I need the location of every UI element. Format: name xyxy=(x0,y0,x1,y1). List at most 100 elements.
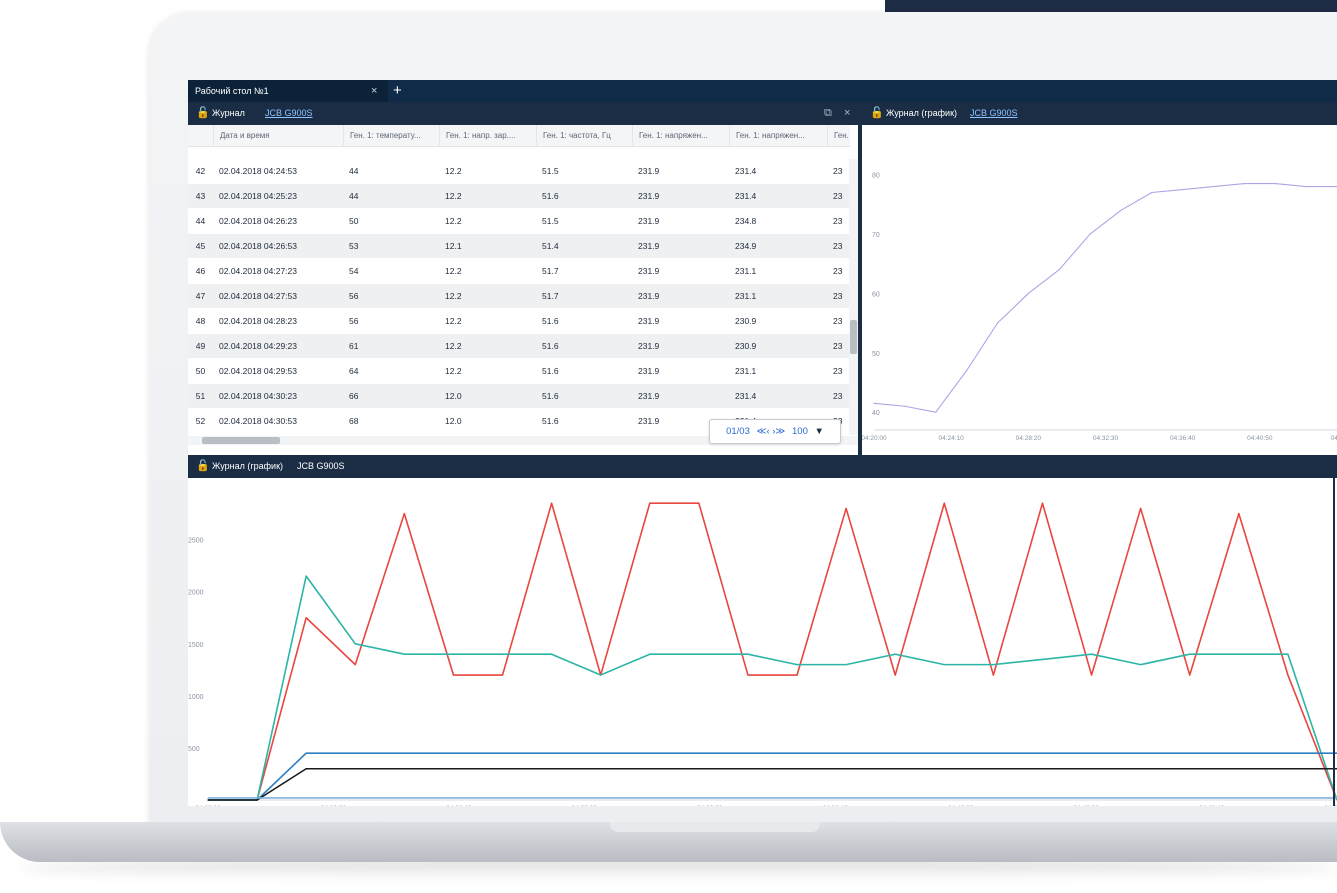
row-voltage-2: 231.1 xyxy=(735,291,757,301)
data-point xyxy=(1189,653,1191,655)
data-point xyxy=(354,664,356,666)
pager-nav-icons[interactable]: ≪‹ ›≫ xyxy=(757,426,786,437)
data-point xyxy=(992,664,994,666)
row-charge-voltage: 12.2 xyxy=(445,191,462,201)
data-point xyxy=(551,768,553,770)
data-point xyxy=(1041,797,1044,799)
row-datetime: 02.04.2018 04:29:23 xyxy=(219,341,297,351)
row-temperature: 53 xyxy=(349,241,359,251)
vertical-scroll-thumb[interactable] xyxy=(850,320,857,354)
maximize-icon[interactable]: ⧉ xyxy=(824,102,832,125)
lock-open-icon[interactable]: 🔓 xyxy=(196,102,210,125)
table-row[interactable]: 45 02.04.2018 04:26:53 53 12.1 51.4 231.9 234.… xyxy=(188,234,850,258)
row-frequency: 51.6 xyxy=(542,366,559,376)
data-point xyxy=(1243,182,1245,185)
row-frequency: 51.5 xyxy=(542,166,559,176)
lock-open-icon[interactable]: 🔓 xyxy=(196,455,210,478)
data-point xyxy=(1238,653,1240,655)
col-header-voltage-2[interactable]: Ген. 1: напряжен... xyxy=(729,125,827,146)
table-row[interactable]: 51 02.04.2018 04:30:23 66 12.0 51.6 231.9 231.… xyxy=(188,384,850,408)
data-point xyxy=(403,513,405,515)
row-frequency: 51.5 xyxy=(542,216,559,226)
row-voltage-2: 230.9 xyxy=(735,341,757,351)
row-frequency: 51.7 xyxy=(542,266,559,276)
data-point xyxy=(698,752,700,754)
col-header-index[interactable] xyxy=(188,125,213,146)
pager-dropdown-icon[interactable]: ▼ xyxy=(815,426,824,437)
x-tick-label: 04:43:20 xyxy=(1073,805,1099,806)
col-header-more[interactable]: Ген. 1 xyxy=(827,125,850,146)
right-chart-device-link[interactable]: JCB G900S xyxy=(970,102,1018,125)
row-datetime: 02.04.2018 04:27:23 xyxy=(219,266,297,276)
col-header-charge-voltage[interactable]: Ген. 1: напр. зар.... xyxy=(439,125,536,146)
data-point xyxy=(551,653,553,655)
row-charge-voltage: 12.2 xyxy=(445,216,462,226)
table-row[interactable]: 49 02.04.2018 04:29:23 61 12.2 51.6 231.9 230.… xyxy=(188,334,850,358)
data-point xyxy=(943,752,945,754)
tab-close-icon[interactable]: × xyxy=(371,80,377,102)
data-point xyxy=(354,643,356,645)
data-point xyxy=(1287,752,1289,754)
journal-panel-header: 🔓 Журнал JCB G900S ⧉ × xyxy=(188,102,858,125)
journal-device-link[interactable]: JCB G900S xyxy=(265,102,313,125)
data-point xyxy=(305,575,307,577)
table-row[interactable]: 42 02.04.2018 04:24:53 44 12.2 51.5 231.9 231.… xyxy=(188,159,850,183)
table-row[interactable]: 44 02.04.2018 04:26:23 50 12.2 51.5 231.9 234.… xyxy=(188,209,850,233)
add-tab-icon[interactable]: + xyxy=(393,80,402,101)
data-point xyxy=(649,752,651,754)
table-pager[interactable]: 01/03 ≪‹ ›≫ 100 ▼ xyxy=(709,419,841,444)
bottom-chart-device-link[interactable]: JCB G900S xyxy=(297,455,345,478)
right-chart-title: Журнал (график) xyxy=(886,108,957,118)
row-datetime: 02.04.2018 04:26:53 xyxy=(219,241,297,251)
data-point xyxy=(894,653,896,655)
row-charge-voltage: 12.2 xyxy=(445,291,462,301)
x-tick-label: 04:28:20 xyxy=(1016,435,1042,442)
data-point xyxy=(943,502,945,504)
row-datetime: 02.04.2018 04:26:23 xyxy=(219,216,297,226)
table-row[interactable]: 47 02.04.2018 04:27:53 56 12.2 51.7 231.9 231.… xyxy=(188,284,850,308)
data-point xyxy=(1238,768,1240,770)
data-point xyxy=(600,674,602,676)
row-voltage-2: 231.1 xyxy=(735,366,757,376)
horizontal-scroll-thumb[interactable] xyxy=(202,437,280,444)
table-row[interactable]: 46 02.04.2018 04:27:23 54 12.2 51.7 231.9 231.… xyxy=(188,259,850,283)
row-charge-voltage: 12.0 xyxy=(445,391,462,401)
data-point xyxy=(501,768,504,770)
table-row[interactable]: 48 02.04.2018 04:28:23 56 12.2 51.6 231.9 230.… xyxy=(188,309,850,333)
bottom-line-chart[interactable]: 2500 2000 1500 1000 500 04:20:00 04:23:20 04:26… xyxy=(188,478,1337,806)
data-point xyxy=(1287,674,1289,676)
row-temperature: 44 xyxy=(349,191,359,201)
y-tick-label: 50 xyxy=(872,351,880,358)
data-point xyxy=(845,752,847,754)
table-row[interactable]: 43 02.04.2018 04:25:23 44 12.2 51.6 231.9 231.… xyxy=(188,184,850,208)
col-header-temperature[interactable]: Ген. 1: температу... xyxy=(343,125,439,146)
row-frequency: 51.6 xyxy=(542,191,559,201)
data-point xyxy=(1041,752,1044,754)
data-point xyxy=(305,768,307,770)
row-more: 23 xyxy=(833,216,843,226)
data-point xyxy=(1140,664,1142,666)
data-point xyxy=(600,752,602,754)
data-point xyxy=(992,797,994,799)
data-point xyxy=(894,768,896,770)
row-voltage-2: 230.9 xyxy=(735,316,757,326)
data-point xyxy=(452,674,455,676)
lock-open-icon[interactable]: 🔓 xyxy=(870,102,884,125)
right-line-chart[interactable]: 80 70 60 50 40 04:20:00 04:24:10 04:28:20 04:32:… xyxy=(861,125,1337,455)
col-header-frequency[interactable]: Ген. 1: частота, Гц xyxy=(536,125,632,146)
table-row[interactable]: 50 02.04.2018 04:29:53 64 12.2 51.6 231.9 231.… xyxy=(188,359,850,383)
col-header-voltage-1[interactable]: Ген. 1: напряжен... xyxy=(632,125,729,146)
row-voltage-1: 231.9 xyxy=(638,191,660,201)
row-voltage-2: 231.4 xyxy=(735,191,757,201)
col-header-datetime[interactable]: Дата и время xyxy=(213,125,343,146)
row-temperature: 64 xyxy=(349,366,359,376)
data-point xyxy=(698,797,700,799)
workspace-tab[interactable]: Рабочий стол №1 xyxy=(188,80,388,102)
data-point xyxy=(354,797,356,799)
row-temperature: 44 xyxy=(349,166,359,176)
row-datetime: 02.04.2018 04:25:23 xyxy=(219,191,297,201)
vertical-scrollbar[interactable] xyxy=(849,159,858,435)
right-chart-svg: 80 70 60 50 40 04:20:00 04:24:10 04:28:20 04:32:… xyxy=(861,173,1337,442)
close-panel-icon[interactable]: × xyxy=(844,102,850,125)
data-point xyxy=(600,797,602,799)
